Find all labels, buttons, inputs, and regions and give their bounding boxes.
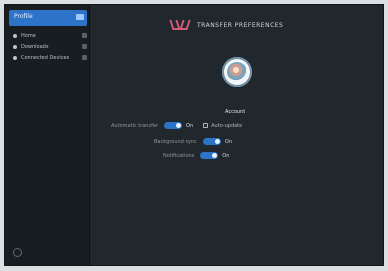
device-icon (13, 55, 17, 60)
sidebar-item-label: Downloads (21, 43, 49, 50)
setting-value: On (185, 122, 194, 129)
setting-label: Background sync (154, 138, 197, 145)
sidebar-item-label: Home (21, 32, 36, 39)
profile-avatar[interactable] (222, 57, 252, 87)
sidebar-selected-label: Profile (14, 13, 33, 20)
sidebar-item-badge (82, 55, 87, 60)
home-icon (13, 33, 17, 38)
auto-update-option[interactable]: Auto-update (203, 123, 242, 129)
header: TRANSFER PREFERENCES (171, 19, 283, 31)
sidebar-selected-item[interactable]: Profile (9, 10, 87, 26)
setting-label: Notifications (163, 152, 195, 159)
setting-automatic-transfer: Automatic transfer On Auto-update (111, 122, 242, 129)
setting-label: Automatic transfer (111, 122, 158, 129)
app-window: Profile Home Downloads Connected Devices (4, 4, 384, 266)
setting-notifications: Notifications On (163, 152, 229, 159)
sidebar-item-downloads[interactable]: Downloads (13, 42, 87, 51)
automatic-transfer-toggle[interactable] (163, 122, 182, 129)
sidebar-item-connected-devices[interactable]: Connected Devices (13, 53, 87, 62)
sidebar-item-badge (82, 44, 87, 49)
background-sync-toggle[interactable] (202, 138, 221, 145)
notifications-toggle[interactable] (200, 152, 219, 159)
sidebar-item-label: Connected Devices (21, 54, 70, 61)
sidebar-item-badge (82, 33, 87, 38)
brand-logo-icon (171, 19, 189, 31)
setting-background-sync: Background sync On (154, 138, 232, 145)
selected-indicator-icon (76, 14, 84, 20)
profile-name: Account (225, 109, 246, 115)
main-panel: TRANSFER PREFERENCES Account Automatic t… (91, 5, 383, 265)
sidebar: Profile Home Downloads Connected Devices (5, 5, 90, 265)
auto-update-label: Auto-update (211, 122, 243, 129)
sidebar-item-home[interactable]: Home (13, 31, 87, 40)
avatar-image (227, 62, 247, 82)
page-title: TRANSFER PREFERENCES (197, 21, 284, 29)
setting-value: On (224, 138, 233, 145)
download-icon (13, 44, 17, 49)
sidebar-list: Home Downloads Connected Devices (13, 31, 87, 64)
setting-value: On (222, 152, 230, 159)
checkbox-icon (203, 123, 209, 128)
settings-icon[interactable] (13, 248, 22, 257)
